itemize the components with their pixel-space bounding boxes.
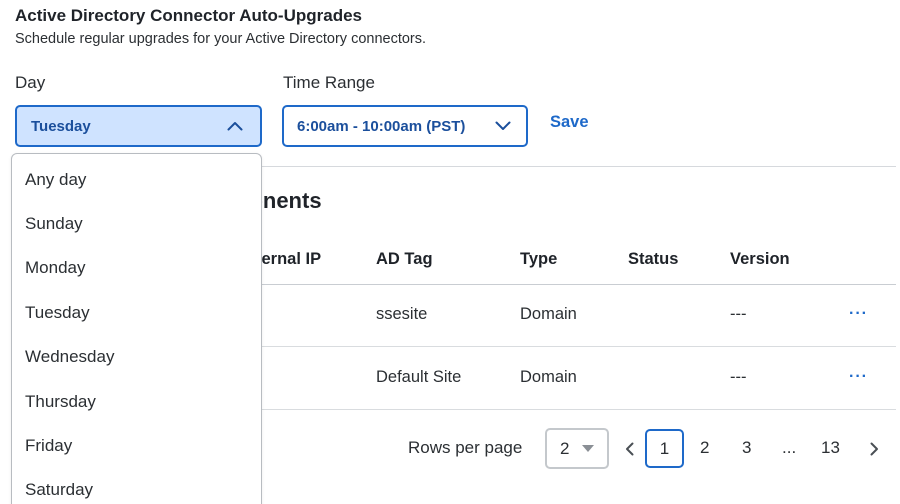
table-header-divider <box>262 284 896 285</box>
dropdown-option-wednesday[interactable]: Wednesday <box>25 347 114 367</box>
column-header-type: Type <box>520 250 558 268</box>
section-divider <box>262 166 896 167</box>
page-ellipsis: ... <box>782 438 797 457</box>
row-ad-tag: ssesite <box>376 305 428 323</box>
rows-per-page-value: 2 <box>560 438 570 458</box>
time-range-select[interactable]: 6:00am - 10:00am (PST) <box>282 105 528 147</box>
row-type: Domain <box>520 305 577 323</box>
time-range-select-value: 6:00am - 10:00am (PST) <box>297 117 466 135</box>
row-type: Domain <box>520 368 577 386</box>
chevron-up-icon <box>226 117 244 135</box>
page-button[interactable]: 13 <box>821 438 840 458</box>
chevron-left-icon[interactable] <box>622 440 636 458</box>
column-header-status: Status <box>628 250 679 268</box>
day-label: Day <box>15 73 46 92</box>
page-number: 1 <box>659 438 670 458</box>
caret-down-icon <box>579 440 597 458</box>
dropdown-option-sunday[interactable]: Sunday <box>25 214 83 234</box>
rows-per-page-label: Rows per page <box>408 438 523 457</box>
page-button[interactable]: 2 <box>700 438 709 458</box>
page-title: Active Directory Connector Auto-Upgrades <box>15 6 362 25</box>
row-divider <box>262 346 896 347</box>
chevron-right-icon[interactable] <box>867 440 881 458</box>
row-version: --- <box>730 368 747 386</box>
row-version: --- <box>730 305 747 323</box>
column-header-version: Version <box>730 250 790 268</box>
column-header-ad-tag: AD Tag <box>376 250 433 268</box>
chevron-down-icon <box>494 117 512 135</box>
dropdown-option-monday[interactable]: Monday <box>25 258 85 278</box>
dropdown-option-friday[interactable]: Friday <box>25 436 72 456</box>
rows-per-page-select[interactable]: 2 <box>545 428 609 469</box>
page-button-current[interactable]: 1 <box>645 429 684 468</box>
more-actions-icon[interactable]: ··· <box>849 305 868 323</box>
dropdown-option-any-day[interactable]: Any day <box>25 170 86 190</box>
page-button[interactable]: 3 <box>742 438 751 458</box>
row-divider <box>262 409 896 410</box>
dropdown-option-saturday[interactable]: Saturday <box>25 480 93 500</box>
day-select[interactable]: Tuesday <box>15 105 262 147</box>
more-actions-icon[interactable]: ··· <box>849 368 868 386</box>
row-ad-tag: Default Site <box>376 368 462 386</box>
day-dropdown-menu: Any day Sunday Monday Tuesday Wednesday … <box>11 153 262 504</box>
dropdown-option-thursday[interactable]: Thursday <box>25 392 96 412</box>
time-range-label: Time Range <box>283 73 375 92</box>
dropdown-option-tuesday[interactable]: Tuesday <box>25 303 90 323</box>
column-header-internal-ip: ternal IP <box>256 250 322 268</box>
save-button[interactable]: Save <box>550 113 589 132</box>
page-subtitle: Schedule regular upgrades for your Activ… <box>15 31 427 47</box>
day-select-value: Tuesday <box>31 117 91 135</box>
